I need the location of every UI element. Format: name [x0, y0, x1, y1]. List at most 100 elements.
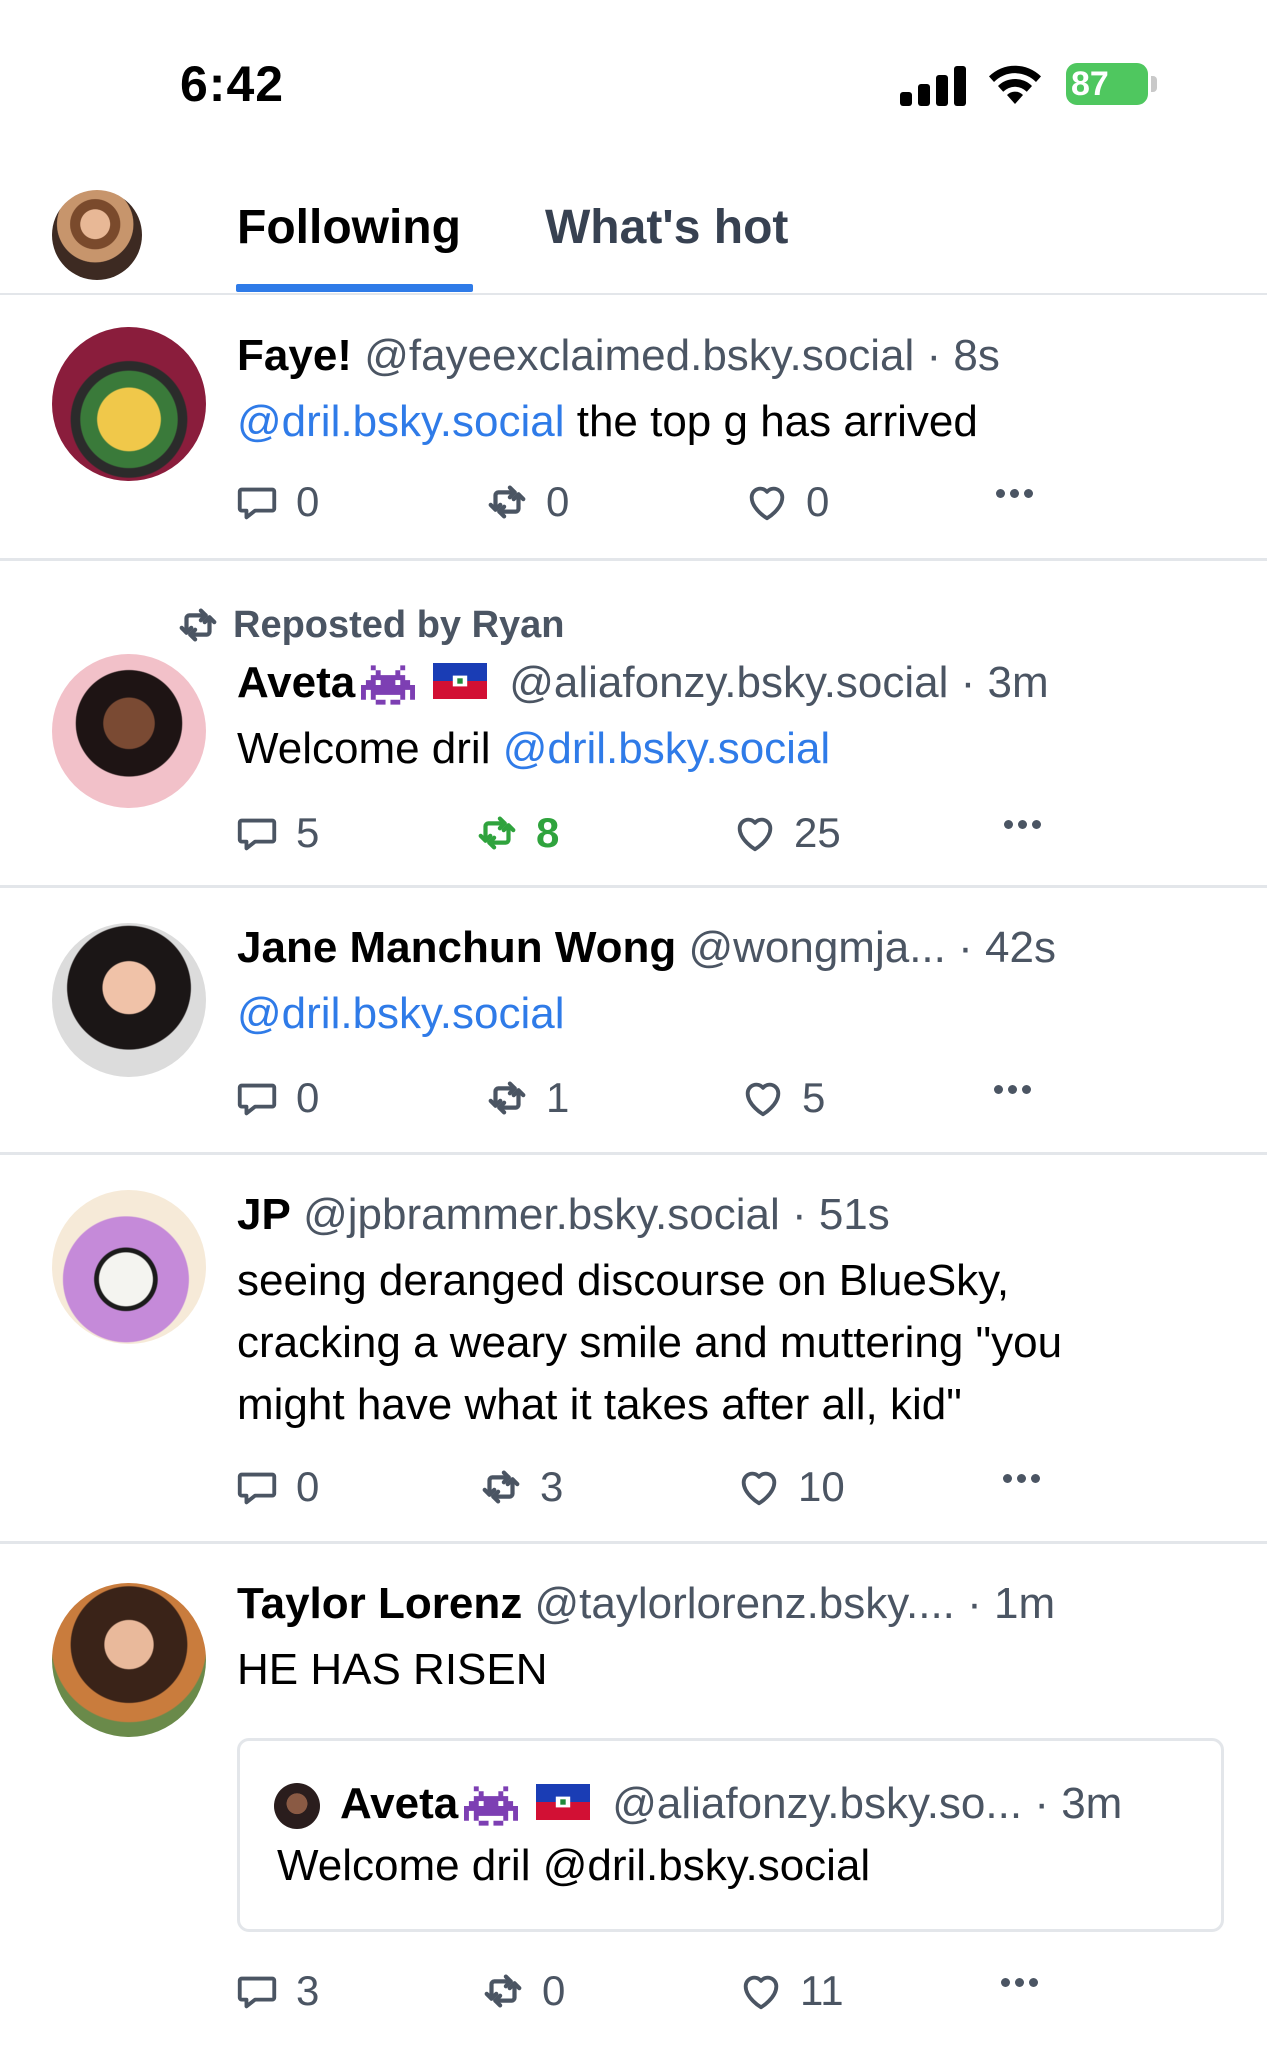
reply-icon	[234, 810, 280, 856]
post-text-body: Welcome dril	[237, 724, 503, 773]
active-tab-indicator	[236, 284, 473, 292]
author-name[interactable]: JP	[237, 1190, 291, 1239]
post-text-line: seeing deranged discourse on BlueSky,	[237, 1256, 1010, 1305]
reposted-by-label[interactable]: Reposted by Ryan	[233, 604, 565, 647]
reply-icon	[234, 479, 280, 525]
author-name[interactable]: Faye!	[237, 331, 352, 380]
repost-count: 0	[542, 1967, 566, 2014]
avatar[interactable]	[52, 654, 206, 808]
heart-icon	[740, 1075, 786, 1121]
haiti-flag-icon	[536, 1784, 590, 1820]
post-actions: 5 8 25	[0, 808, 1267, 858]
post-time: · 1m	[967, 1579, 1056, 1628]
heart-icon	[738, 1968, 784, 2014]
post-actions: 3 0 11	[0, 1966, 1267, 2016]
repost-button[interactable]: 0	[480, 1966, 565, 2016]
post-text: HE HAS RISEN	[237, 1645, 548, 1694]
tab-whats-hot[interactable]: What's hot	[545, 200, 788, 255]
post-text-line: cracking a weary smile and muttering "yo…	[237, 1318, 1063, 1367]
avatar[interactable]	[52, 923, 206, 1077]
battery-level: 87	[1071, 65, 1109, 103]
author-handle[interactable]: @taylorlorenz.bsky....	[534, 1579, 954, 1628]
like-button[interactable]: 25	[732, 808, 841, 858]
repost-count: 1	[546, 1074, 570, 1121]
repost-icon	[478, 1464, 524, 1510]
status-bar: 6:42 87	[0, 0, 1267, 140]
reply-count: 3	[296, 1967, 320, 2014]
author-handle[interactable]: @fayeexclaimed.bsky.social	[364, 331, 914, 380]
like-count: 0	[806, 478, 830, 525]
reply-count: 5	[296, 809, 320, 856]
mention-link[interactable]: @dril.bsky.social	[237, 989, 565, 1038]
author-name[interactable]: Jane Manchun Wong	[237, 923, 676, 972]
avatar[interactable]	[52, 327, 206, 481]
reply-count: 0	[296, 1074, 320, 1121]
author-name[interactable]: Aveta	[237, 658, 355, 707]
mention-link[interactable]: @dril.bsky.social	[237, 397, 565, 446]
repost-icon	[484, 1075, 530, 1121]
reply-icon	[234, 1968, 280, 2014]
quoted-author-handle: @aliafonzy.bsky.so...	[612, 1779, 1023, 1828]
like-button[interactable]: 10	[736, 1462, 845, 1512]
reply-count: 0	[296, 478, 320, 525]
more-options-icon[interactable]	[994, 1085, 1031, 1094]
post-time: · 8s	[926, 331, 1000, 380]
repost-button[interactable]: 3	[478, 1462, 563, 1512]
like-button[interactable]: 11	[738, 1966, 844, 2016]
post-time: · 51s	[791, 1190, 890, 1239]
like-count: 25	[794, 809, 841, 856]
quoted-avatar	[274, 1783, 320, 1829]
post-text: Welcome dril @dril.bsky.social	[237, 718, 1237, 780]
like-button[interactable]: 0	[744, 477, 829, 527]
repost-button[interactable]: 1	[484, 1073, 569, 1123]
post-time: · 3m	[960, 658, 1049, 707]
heart-icon	[736, 1464, 782, 1510]
feed-post[interactable]: Reposted by Ryan Aveta @aliafonzy.bsky.so…	[0, 562, 1267, 888]
repost-count: 0	[546, 478, 570, 525]
repost-button[interactable]: 8	[474, 808, 559, 858]
reply-button[interactable]: 0	[234, 477, 319, 527]
reply-button[interactable]: 5	[234, 808, 319, 858]
tab-following[interactable]: Following	[237, 200, 461, 255]
heart-icon	[732, 810, 778, 856]
battery-tip	[1151, 76, 1157, 92]
alien-emoji-icon	[464, 1784, 518, 1828]
mention-link[interactable]: @dril.bsky.social	[503, 724, 831, 773]
repost-icon	[484, 479, 530, 525]
like-count: 5	[802, 1074, 826, 1121]
quoted-post[interactable]: Aveta @aliafonzy.bsky.so... · 3m Welcome …	[237, 1738, 1224, 1932]
post-time: · 42s	[958, 923, 1056, 972]
author-handle[interactable]: @jpbrammer.bsky.social	[303, 1190, 780, 1239]
alien-emoji-icon	[361, 663, 415, 707]
profile-avatar-button[interactable]	[52, 190, 142, 280]
repost-icon	[175, 602, 221, 648]
reply-button[interactable]: 3	[234, 1966, 319, 2016]
post-text: @dril.bsky.social the top g has arrived	[237, 391, 1237, 453]
more-options-icon[interactable]	[1003, 1474, 1040, 1483]
more-options-icon[interactable]	[1004, 820, 1041, 829]
repost-count: 3	[540, 1463, 564, 1510]
quoted-post-time: · 3m	[1034, 1779, 1123, 1828]
avatar[interactable]	[52, 1190, 206, 1344]
reply-button[interactable]: 0	[234, 1462, 319, 1512]
haiti-flag-icon	[433, 663, 487, 699]
reply-icon	[234, 1075, 280, 1121]
reply-icon	[234, 1464, 280, 1510]
feed-header: Following What's hot	[0, 150, 1267, 295]
battery-icon: 87	[1066, 63, 1148, 105]
feed-post[interactable]: JP @jpbrammer.bsky.social · 51s seeing d…	[0, 1156, 1267, 1544]
quoted-author-name: Aveta	[340, 1779, 459, 1828]
author-name[interactable]: Taylor Lorenz	[237, 1579, 522, 1628]
more-options-icon[interactable]	[1001, 1978, 1038, 1987]
author-handle[interactable]: @wongmja...	[688, 923, 945, 972]
like-button[interactable]: 5	[740, 1073, 825, 1123]
feed-post[interactable]: Faye! @fayeexclaimed.bsky.social · 8s @d…	[0, 297, 1267, 561]
status-time: 6:42	[180, 56, 285, 112]
repost-button[interactable]: 0	[484, 477, 569, 527]
more-options-icon[interactable]	[996, 489, 1033, 498]
reply-button[interactable]: 0	[234, 1073, 319, 1123]
author-handle[interactable]: @aliafonzy.bsky.social	[509, 658, 948, 707]
feed-post[interactable]: Jane Manchun Wong @wongmja... · 42s @dri…	[0, 889, 1267, 1155]
like-count: 11	[800, 1967, 844, 2014]
avatar[interactable]	[52, 1583, 206, 1737]
